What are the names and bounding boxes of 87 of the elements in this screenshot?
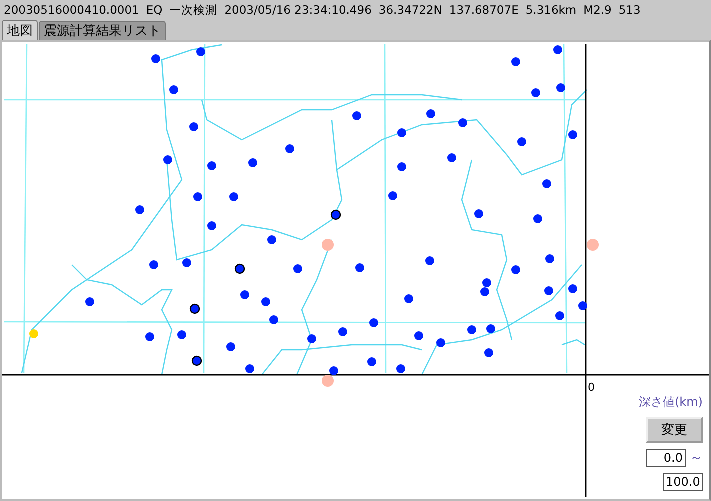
station-dot <box>230 192 238 202</box>
station-dot <box>246 364 254 374</box>
station-dot <box>208 162 216 170</box>
tab[interactable]: 地図 <box>2 20 38 40</box>
station-dot <box>398 128 406 138</box>
station-dot <box>286 144 294 154</box>
station-dot <box>448 154 456 162</box>
depth-label: 深さ値(km) <box>638 394 703 411</box>
header-field: 36.34722N <box>378 3 442 17</box>
station-dot <box>338 328 348 336</box>
max-depth-field[interactable]: 100.0 <box>663 473 703 491</box>
station-dot <box>534 214 542 224</box>
hypocenter-dot <box>322 239 334 251</box>
station-dot <box>436 338 446 348</box>
station-dot <box>480 288 490 296</box>
station-dot <box>388 192 398 200</box>
station-dot <box>568 284 578 294</box>
station-dot <box>226 342 236 352</box>
station-dot <box>414 332 424 340</box>
station-dot <box>196 48 206 56</box>
station-dot <box>512 266 520 274</box>
header-field: 513 <box>618 3 641 17</box>
station-dot <box>556 312 564 320</box>
station-dot <box>308 334 316 344</box>
hypocenter-dot <box>322 375 334 387</box>
hypocenter-dot <box>587 239 599 251</box>
station-dot <box>512 58 520 66</box>
station-dot <box>544 286 554 296</box>
station-dot <box>330 366 338 376</box>
header-field: 137.68707E <box>449 3 519 17</box>
header-field: 一次検測 <box>170 2 218 18</box>
station-dot <box>146 332 154 342</box>
station-dot <box>474 210 484 218</box>
station-dot <box>426 256 434 266</box>
depth-axis-label: 0 <box>588 381 595 394</box>
station-dot <box>468 326 476 334</box>
station-dot <box>294 264 302 274</box>
tab[interactable]: 震源計算結果リスト <box>39 21 166 40</box>
station-dot <box>150 260 158 270</box>
station-dot <box>484 348 494 358</box>
station-dot <box>352 112 362 120</box>
station-dot <box>482 278 492 288</box>
station-dot <box>248 158 258 168</box>
station-dot <box>182 258 192 268</box>
station-dot <box>170 86 178 94</box>
station-dot <box>356 264 364 272</box>
station-dot <box>234 264 246 274</box>
station-dot <box>404 294 414 304</box>
station-dot <box>532 88 540 98</box>
station-dot <box>546 254 554 264</box>
header-field: 5.316km <box>526 3 577 17</box>
station-dot <box>578 302 588 310</box>
header-field: EQ <box>146 3 163 17</box>
station-dot <box>396 364 406 374</box>
station-dot <box>556 84 566 92</box>
station-dot <box>542 180 552 188</box>
station-dot <box>458 118 468 128</box>
header-field: M2.9 <box>584 3 612 17</box>
station-dot <box>194 192 202 202</box>
station-dot <box>268 236 276 244</box>
header-field: 20030516000410.0001 <box>4 3 140 17</box>
station-dot <box>368 358 376 366</box>
station-dot <box>486 324 496 334</box>
station-dot <box>554 46 562 54</box>
min-depth-field[interactable]: 0.0 <box>646 449 686 467</box>
station-dot <box>164 156 172 164</box>
station-dot <box>262 298 270 306</box>
change-button[interactable]: 変更 <box>646 417 703 443</box>
station-dot <box>190 304 200 314</box>
station-dot <box>518 138 526 146</box>
station-dot <box>208 222 216 230</box>
station-dot <box>86 298 94 306</box>
station-dot <box>152 54 160 64</box>
station-dot <box>192 356 202 366</box>
station-dot <box>370 318 378 328</box>
epicenter-dot <box>30 330 38 338</box>
station-dot <box>270 316 278 324</box>
station-dot <box>398 162 406 172</box>
station-dot <box>426 110 436 118</box>
station-dot <box>190 122 198 132</box>
station-dot <box>136 206 144 214</box>
station-dot <box>330 210 342 220</box>
station-dot <box>568 130 578 140</box>
station-dot <box>240 290 250 300</box>
range-separator: ～ <box>690 450 703 467</box>
header-field: 2003/05/16 23:34:10.496 <box>224 3 372 17</box>
station-dot <box>178 330 186 340</box>
